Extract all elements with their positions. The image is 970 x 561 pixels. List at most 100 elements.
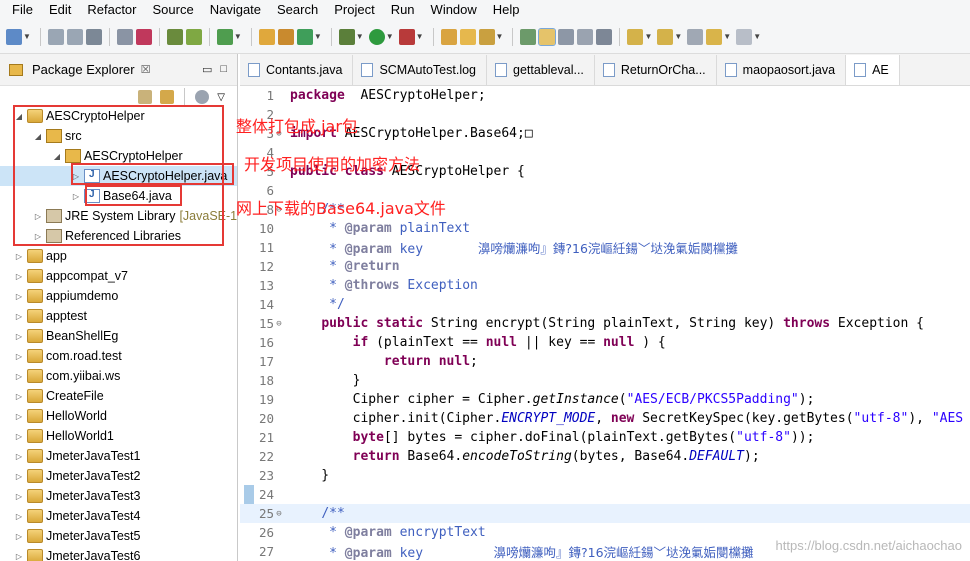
menu-edit[interactable]: Edit (41, 0, 79, 20)
collapsed-arrow-icon[interactable]: ▷ (14, 252, 24, 261)
code-line: 23 } (240, 466, 970, 485)
tree-item[interactable]: ▷ com.yiibai.ws (0, 366, 237, 386)
menu-help[interactable]: Help (485, 0, 528, 20)
search-icon[interactable] (478, 28, 495, 45)
tree-item[interactable]: ▷ HelloWorld (0, 406, 237, 426)
debug-icon[interactable] (338, 28, 355, 45)
tree-item[interactable]: ▷ appcompat_v7 (0, 266, 237, 286)
editor-tab-label: AE (872, 63, 889, 77)
editor-tab[interactable]: maopaosort.java (717, 55, 847, 85)
collapsed-arrow-icon[interactable]: ▷ (14, 332, 24, 341)
tree-item[interactable]: ▷ JmeterJavaTest6 (0, 546, 237, 561)
fold-toggle-icon[interactable]: ⊖ (274, 509, 284, 519)
collapsed-arrow-icon[interactable]: ▷ (14, 432, 24, 441)
editor-tab[interactable]: ReturnOrCha... (595, 55, 717, 85)
code-token: ENCRYPT_MODE (501, 411, 596, 426)
code-token: )); (790, 430, 815, 445)
menu-project[interactable]: Project (326, 0, 382, 20)
menu-navigate[interactable]: Navigate (202, 0, 269, 20)
forward-icon[interactable] (736, 28, 753, 45)
collapsed-arrow-icon[interactable]: ▷ (14, 272, 24, 281)
menu-window[interactable]: Window (423, 0, 485, 20)
view-menu-icon[interactable]: ▽ (217, 92, 225, 103)
code-token: * (290, 546, 345, 561)
open-folder-icon[interactable] (459, 28, 476, 45)
menu-file[interactable]: File (4, 0, 41, 20)
debug-settings-icon[interactable] (135, 28, 152, 45)
line-number: 21 (258, 430, 274, 445)
minimize-icon[interactable]: ▭ (202, 63, 212, 76)
tree-item[interactable]: ▷ JmeterJavaTest1 (0, 446, 237, 466)
editor-tab[interactable]: Contants.java (240, 55, 354, 85)
editor-tab[interactable]: SCMAutoTest.log (353, 55, 488, 85)
tree-item[interactable]: ▷ JmeterJavaTest4 (0, 506, 237, 526)
android-avd-icon[interactable] (185, 28, 202, 45)
tree-item[interactable]: ▷ appiumdemo (0, 286, 237, 306)
tree-item[interactable]: ▷ JmeterJavaTest3 (0, 486, 237, 506)
collapsed-arrow-icon[interactable]: ▷ (14, 472, 24, 481)
maximize-icon[interactable]: □ (220, 63, 227, 76)
collapsed-arrow-icon[interactable]: ▷ (14, 532, 24, 541)
focus-icon[interactable] (195, 90, 210, 104)
collapsed-arrow-icon[interactable]: ▷ (14, 392, 24, 401)
skip-breakpoints-icon[interactable] (116, 28, 133, 45)
menu-source[interactable]: Source (145, 0, 202, 20)
menu-run[interactable]: Run (383, 0, 423, 20)
mark-occurrences-icon[interactable] (538, 27, 557, 46)
tree-item[interactable]: ▷ apptest (0, 306, 237, 326)
collapsed-arrow-icon[interactable]: ▷ (14, 492, 24, 501)
word-wrap-icon[interactable] (558, 28, 575, 45)
code-token: /** (321, 506, 345, 521)
close-icon[interactable]: ☒ (141, 63, 151, 76)
menu-search[interactable]: Search (269, 0, 326, 20)
tree-item[interactable]: ▷ BeanShellEg (0, 326, 237, 346)
android-sdk-icon[interactable] (166, 28, 183, 45)
collapsed-arrow-icon[interactable]: ▷ (14, 292, 24, 301)
tree-item[interactable]: ▷ JmeterJavaTest2 (0, 466, 237, 486)
tree-item-label: apptest (46, 309, 88, 323)
save-all-icon[interactable] (66, 28, 83, 45)
tree-item[interactable]: ▷ JmeterJavaTest5 (0, 526, 237, 546)
last-edit-icon[interactable] (687, 28, 704, 45)
task-icon[interactable] (216, 28, 233, 45)
new-package-icon[interactable] (277, 28, 294, 45)
link-with-editor-icon[interactable] (160, 90, 175, 104)
collapsed-arrow-icon[interactable]: ▷ (14, 372, 24, 381)
menu-refactor[interactable]: Refactor (79, 0, 144, 20)
prev-annotation-icon[interactable] (657, 28, 674, 45)
tree-item[interactable]: ▷ com.road.test (0, 346, 237, 366)
open-type-icon[interactable] (440, 28, 457, 45)
tree-item[interactable]: ▷ CreateFile (0, 386, 237, 406)
collapse-all-icon[interactable] (138, 90, 153, 104)
tree-item[interactable]: ▷ HelloWorld1 (0, 426, 237, 446)
code-token: null (603, 335, 635, 350)
toggle-breadcrumb-icon[interactable] (520, 28, 537, 45)
run-icon[interactable] (368, 28, 385, 45)
collapsed-arrow-icon[interactable]: ▷ (14, 512, 24, 521)
code-line: 13 * @throws Exception (240, 276, 970, 295)
fold-toggle-icon[interactable]: ⊖ (274, 319, 284, 329)
new-java-project-icon[interactable] (258, 28, 275, 45)
back-icon[interactable] (706, 28, 723, 45)
collapsed-arrow-icon[interactable]: ▷ (14, 452, 24, 461)
block-selection-icon[interactable] (577, 28, 594, 45)
tree-item[interactable]: ▷ app (0, 246, 237, 266)
new-icon[interactable] (6, 28, 22, 45)
show-whitespace-icon[interactable] (596, 28, 613, 45)
next-annotation-icon[interactable] (627, 28, 644, 45)
collapsed-arrow-icon[interactable]: ▷ (14, 412, 24, 421)
code-token: ) { (634, 335, 666, 350)
collapsed-arrow-icon[interactable]: ▷ (14, 552, 24, 561)
external-tools-icon[interactable] (398, 28, 415, 45)
collapsed-arrow-icon[interactable]: ▷ (14, 352, 24, 361)
package-explorer-tab[interactable]: Package Explorer ☒ ▭ □ (0, 54, 237, 86)
save-icon[interactable] (47, 28, 64, 45)
editor-tab[interactable]: AE (846, 55, 900, 85)
code-token: Cipher cipher = Cipher. (290, 392, 533, 407)
print-icon[interactable] (85, 28, 102, 45)
collapsed-arrow-icon[interactable]: ▷ (14, 312, 24, 321)
new-class-icon[interactable] (296, 28, 313, 45)
editor-tab[interactable]: gettableval... (487, 55, 595, 85)
